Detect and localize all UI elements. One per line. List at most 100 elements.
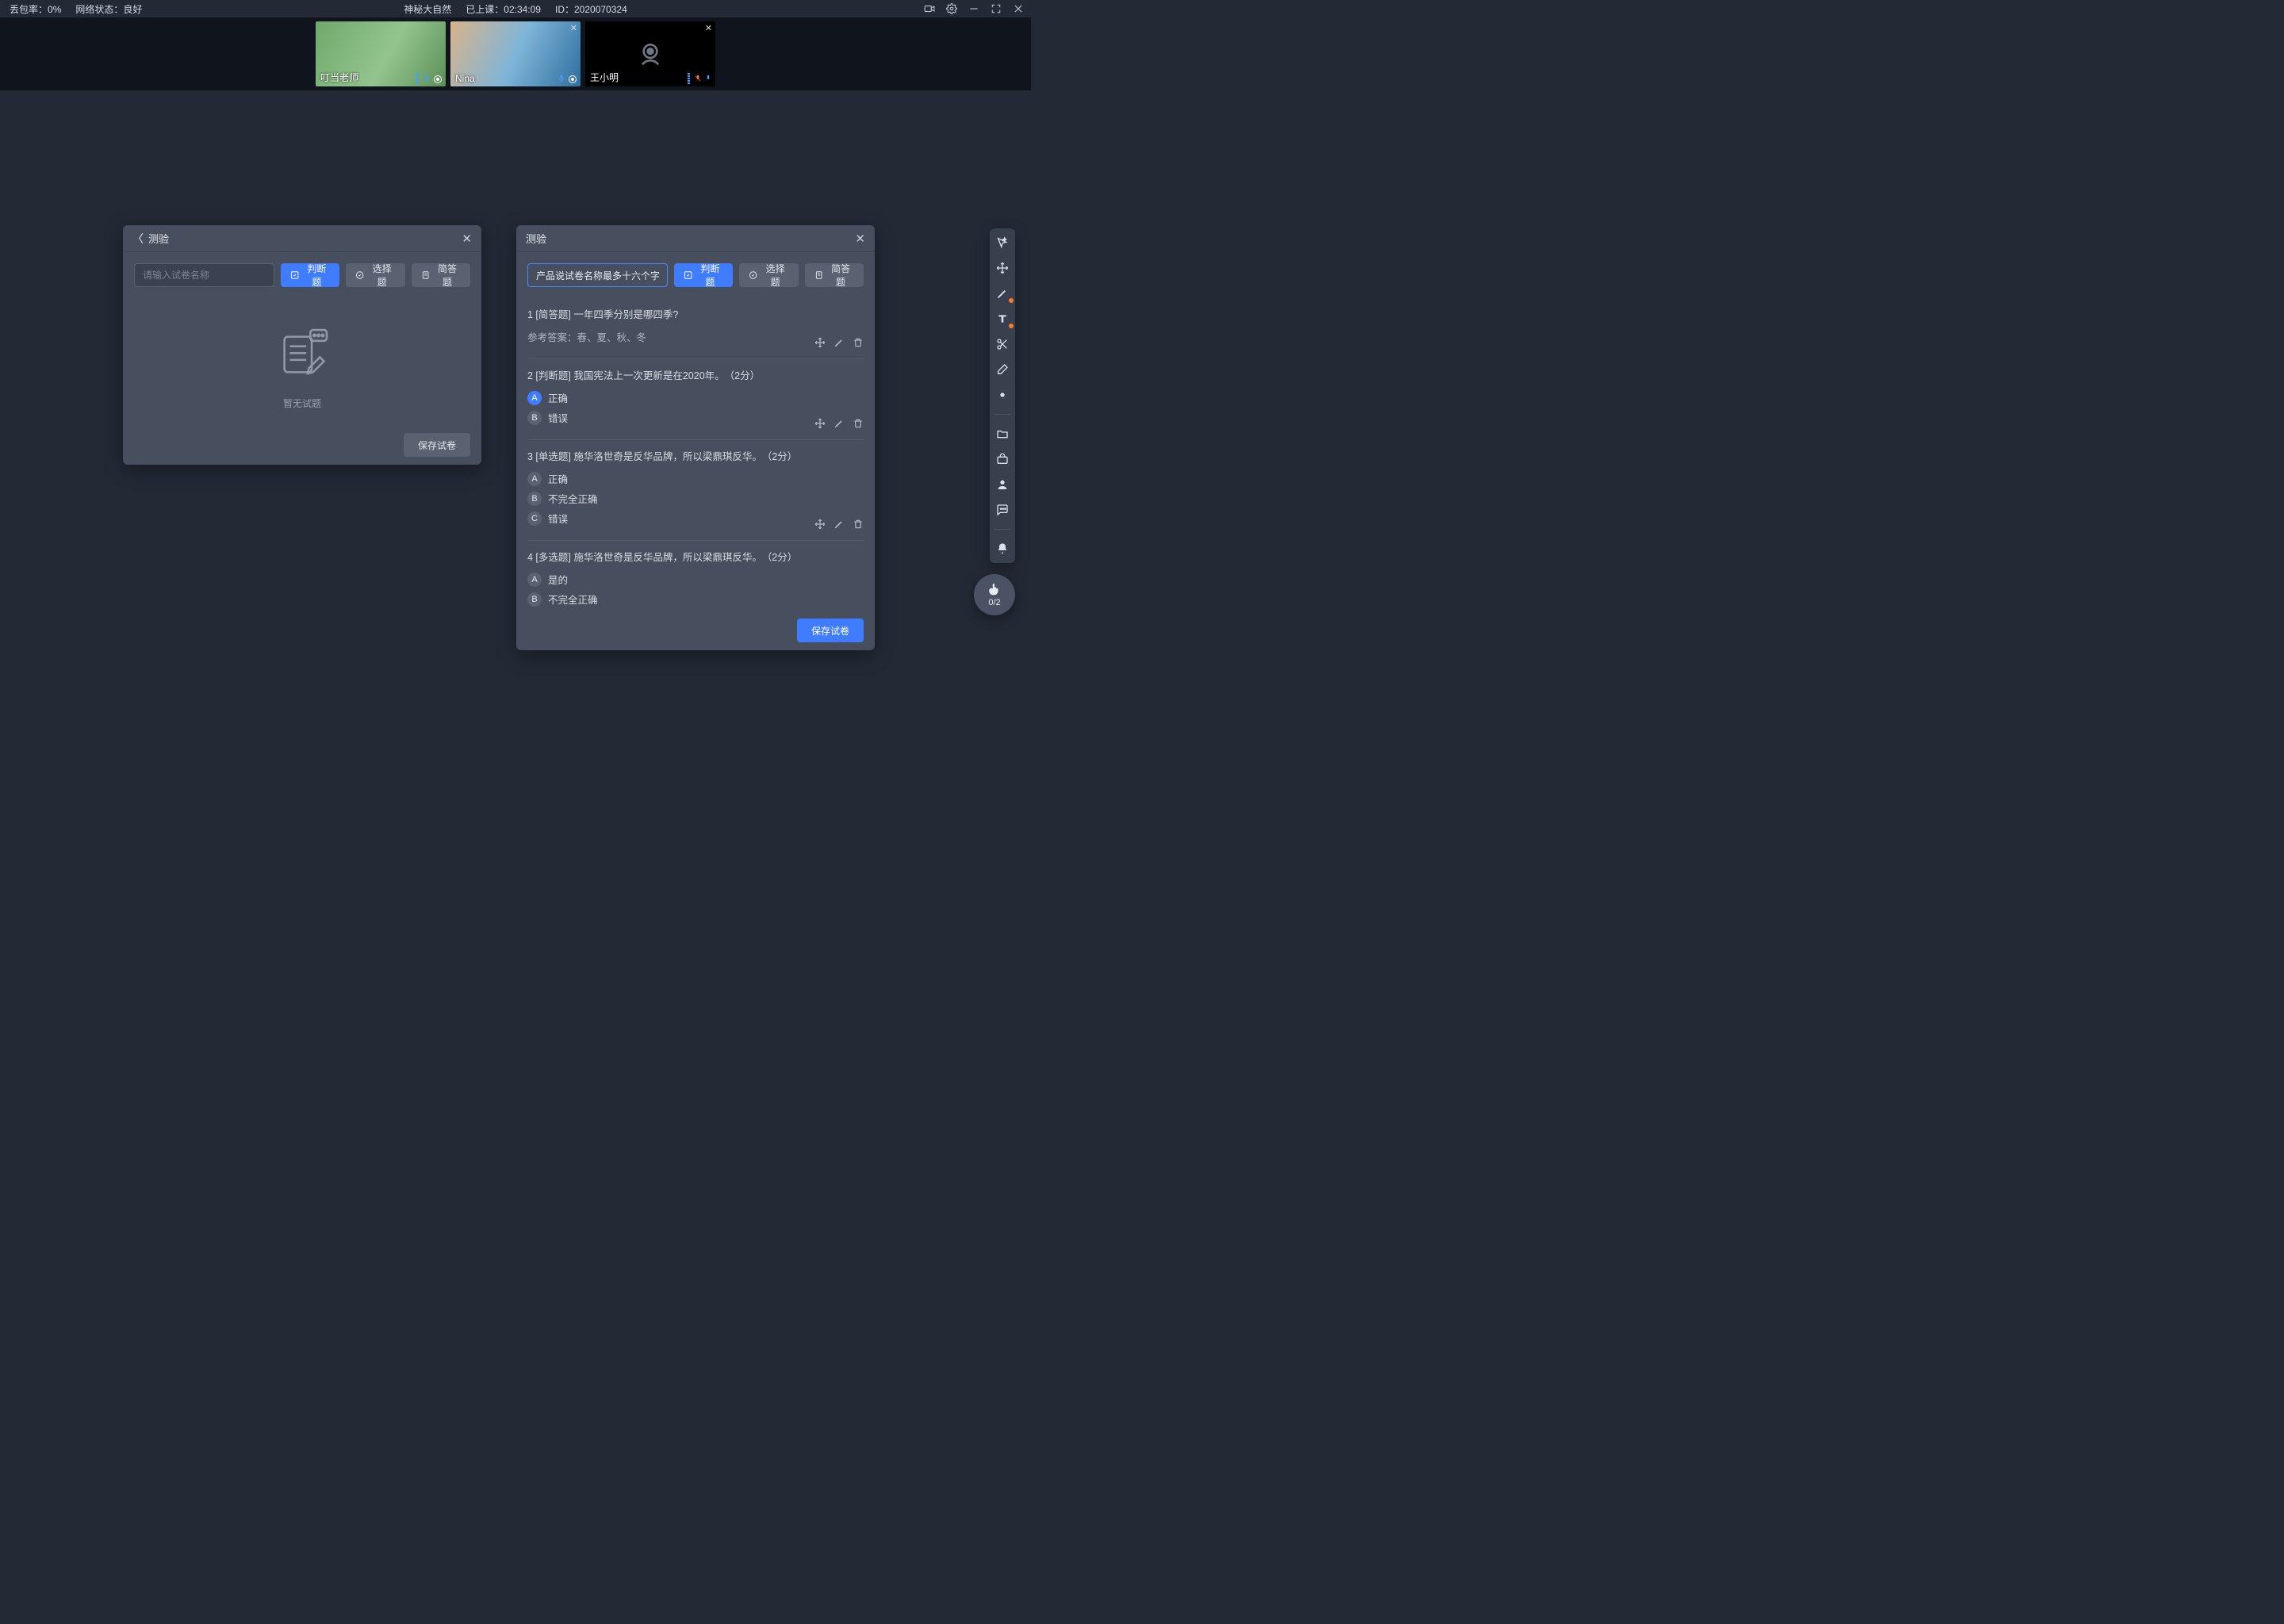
video-tile[interactable]: ✕ 王小明 [585, 21, 715, 86]
move-question-icon[interactable] [814, 519, 826, 532]
question-actions [814, 337, 864, 350]
fullscreen-icon[interactable] [990, 2, 1002, 15]
question-item: 4 [多选题] 施华洛世奇是反华品牌，所以梁鼎琪反华。 （2分） A 是的 B 不完全正… [527, 541, 864, 611]
option-row[interactable]: A正确 [527, 471, 864, 486]
empty-state: 暂无试题 [134, 298, 470, 416]
add-choice-button[interactable]: 选择题 [346, 263, 404, 287]
participant-name: 王小明 [590, 71, 619, 84]
edit-question-icon[interactable] [834, 519, 845, 532]
signal-icon [688, 73, 690, 84]
add-judge-button[interactable]: 判断题 [674, 263, 733, 287]
option-row[interactable]: B 不完全正确 [527, 592, 864, 607]
option-key: B [527, 411, 542, 425]
badge-icon [433, 75, 443, 84]
eraser-icon[interactable] [994, 362, 1010, 377]
option-row[interactable]: C 错误 [527, 511, 864, 526]
quiz-name-input[interactable] [134, 263, 274, 287]
question-title: 2 [判断题] 我国宪法上一次更新是在2020年。 （2分） [527, 367, 864, 382]
status-bar: 丢包率：0% 网络状态：良好 神秘大自然 已上课：02:34:09 ID：202… [0, 0, 1031, 17]
option-label: 不完全正确 [548, 592, 598, 607]
session-id: ID：2020070324 [555, 2, 627, 16]
quiz-panel-filled: 测验 ✕ 判断题 选择题 简答题 1 [简答题] 一年四季分别是哪四季? 参考答案… [516, 225, 875, 650]
back-icon[interactable]: 〈 [132, 231, 144, 247]
close-window-icon[interactable] [1012, 2, 1025, 15]
question-title: 3 [单选题] 施华洛世奇是反华品牌，所以梁鼎琪反华。 （2分） [527, 448, 864, 463]
hand-count: 0/2 [988, 598, 1000, 607]
option-key: C [527, 511, 542, 526]
question-title: 4 [多选题] 施华洛世奇是反华品牌，所以梁鼎琪反华。 （2分） [527, 549, 864, 564]
close-panel-icon[interactable]: ✕ [462, 232, 472, 246]
badge-icon [568, 75, 577, 84]
option-row[interactable]: B 错误 [527, 410, 864, 425]
add-choice-button[interactable]: 选择题 [739, 263, 798, 287]
edit-question-icon[interactable] [834, 337, 845, 350]
question-actions [814, 519, 864, 532]
add-judge-button[interactable]: 判断题 [281, 263, 339, 287]
option-label: 错误 [548, 511, 568, 526]
participant-name: Nina [455, 73, 475, 84]
folder-icon[interactable] [994, 426, 1010, 442]
panel-title: 测验 [148, 231, 169, 246]
delete-question-icon[interactable] [853, 337, 864, 350]
mic-icon [558, 73, 565, 84]
tile-close-icon[interactable]: ✕ [570, 23, 577, 33]
option-label: 是的 [548, 572, 568, 587]
move-question-icon[interactable] [814, 337, 826, 350]
delete-question-icon[interactable] [853, 519, 864, 532]
video-tile[interactable]: 叮当老师 [316, 21, 446, 86]
video-strip: 叮当老师 ✕ Nina ✕ 王小明 [0, 17, 1031, 90]
question-item: 3 [单选题] 施华洛世奇是反华品牌，所以梁鼎琪反华。 （2分） A正确 B 不完全正… [527, 440, 864, 541]
quiz-name-input[interactable] [527, 263, 668, 287]
option-key: A [527, 391, 542, 405]
settings-icon[interactable] [945, 2, 958, 15]
separator [994, 414, 1010, 415]
tile-close-icon[interactable]: ✕ [705, 23, 712, 33]
pen-icon[interactable] [994, 285, 1010, 301]
save-quiz-button[interactable]: 保存试卷 [404, 433, 470, 457]
question-actions [814, 418, 864, 431]
option-label: 不完全正确 [548, 491, 598, 506]
brightness-icon[interactable] [994, 387, 1010, 403]
course-title: 神秘大自然 [404, 2, 451, 16]
person-icon[interactable] [994, 477, 1010, 492]
question-item: 2 [判断题] 我国宪法上一次更新是在2020年。 （2分） A 正确 B 错误 [527, 359, 864, 440]
edit-question-icon[interactable] [834, 418, 845, 431]
signal-icon [416, 73, 419, 84]
scissors-icon[interactable] [994, 336, 1010, 352]
right-toolbar [990, 228, 1015, 563]
camera-toggle-icon[interactable] [923, 2, 936, 15]
participant-name: 叮当老师 [320, 71, 358, 84]
save-quiz-button[interactable]: 保存试卷 [797, 619, 864, 642]
cursor-star-icon[interactable] [994, 235, 1010, 251]
option-key: A [527, 573, 542, 587]
move-question-icon[interactable] [814, 418, 826, 431]
option-key: B [527, 592, 542, 607]
option-row[interactable]: B 不完全正确 [527, 491, 864, 506]
separator [994, 529, 1010, 530]
text-icon[interactable] [994, 311, 1010, 327]
add-short-button[interactable]: 简答题 [412, 263, 470, 287]
chat-icon[interactable] [994, 502, 1010, 518]
mic-muted-icon [694, 73, 702, 84]
toolbox-icon[interactable] [994, 451, 1010, 467]
mic-icon [704, 73, 712, 84]
move-icon[interactable] [994, 260, 1010, 276]
question-item: 1 [简答题] 一年四季分别是哪四季? 参考答案：春、夏、秋、冬 [527, 298, 864, 359]
question-title: 1 [简答题] 一年四季分别是哪四季? [527, 306, 864, 321]
panel-title: 测验 [526, 231, 546, 246]
bell-icon[interactable] [994, 541, 1010, 557]
video-tile[interactable]: ✕ Nina [450, 21, 581, 86]
reference-answer: 参考答案：春、夏、秋、冬 [527, 329, 864, 344]
raise-hand-button[interactable]: 0/2 [974, 574, 1015, 615]
mic-icon [423, 73, 431, 84]
option-key: B [527, 492, 542, 506]
option-row[interactable]: A 正确 [527, 390, 864, 405]
quiz-panel-empty: 〈测验 ✕ 判断题 选择题 简答题 暂无试题 保存试卷 [123, 225, 481, 465]
delete-question-icon[interactable] [853, 418, 864, 431]
add-short-button[interactable]: 简答题 [805, 263, 864, 287]
close-panel-icon[interactable]: ✕ [855, 232, 865, 246]
minimize-icon[interactable] [968, 2, 980, 15]
option-label: 错误 [548, 410, 568, 425]
option-label: 正确 [548, 390, 568, 405]
option-row[interactable]: A 是的 [527, 572, 864, 587]
